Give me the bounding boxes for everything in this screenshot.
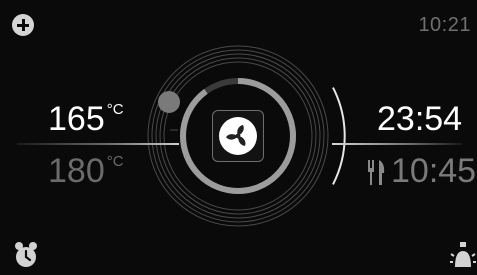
- fan-mode-button[interactable]: [212, 110, 264, 162]
- fan-mode-icon: [219, 117, 257, 155]
- oven-control-screen: 10:21 165 °C 180 °C 23:54 10:45: [0, 0, 477, 275]
- ready-time-value: 10:45: [391, 152, 477, 190]
- ready-time[interactable]: 10:45: [367, 152, 476, 191]
- current-temperature-unit: °C: [106, 101, 124, 118]
- alarm-clock-icon[interactable]: [12, 241, 40, 269]
- temperature-divider: [17, 143, 179, 145]
- current-temperature: 165 °C: [48, 100, 124, 139]
- time-remaining[interactable]: 23:54: [377, 100, 462, 139]
- target-temperature-value: 180: [48, 152, 105, 190]
- cutlery-icon: [368, 159, 385, 185]
- timer-divider: [332, 143, 462, 145]
- oven-lamp-icon[interactable]: [450, 240, 476, 270]
- temperature-handle: [158, 91, 180, 113]
- target-temperature[interactable]: 180 °C: [48, 152, 124, 191]
- timer-arc: [332, 87, 346, 185]
- target-temperature-unit: °C: [106, 153, 124, 170]
- current-temperature-value: 165: [48, 100, 105, 138]
